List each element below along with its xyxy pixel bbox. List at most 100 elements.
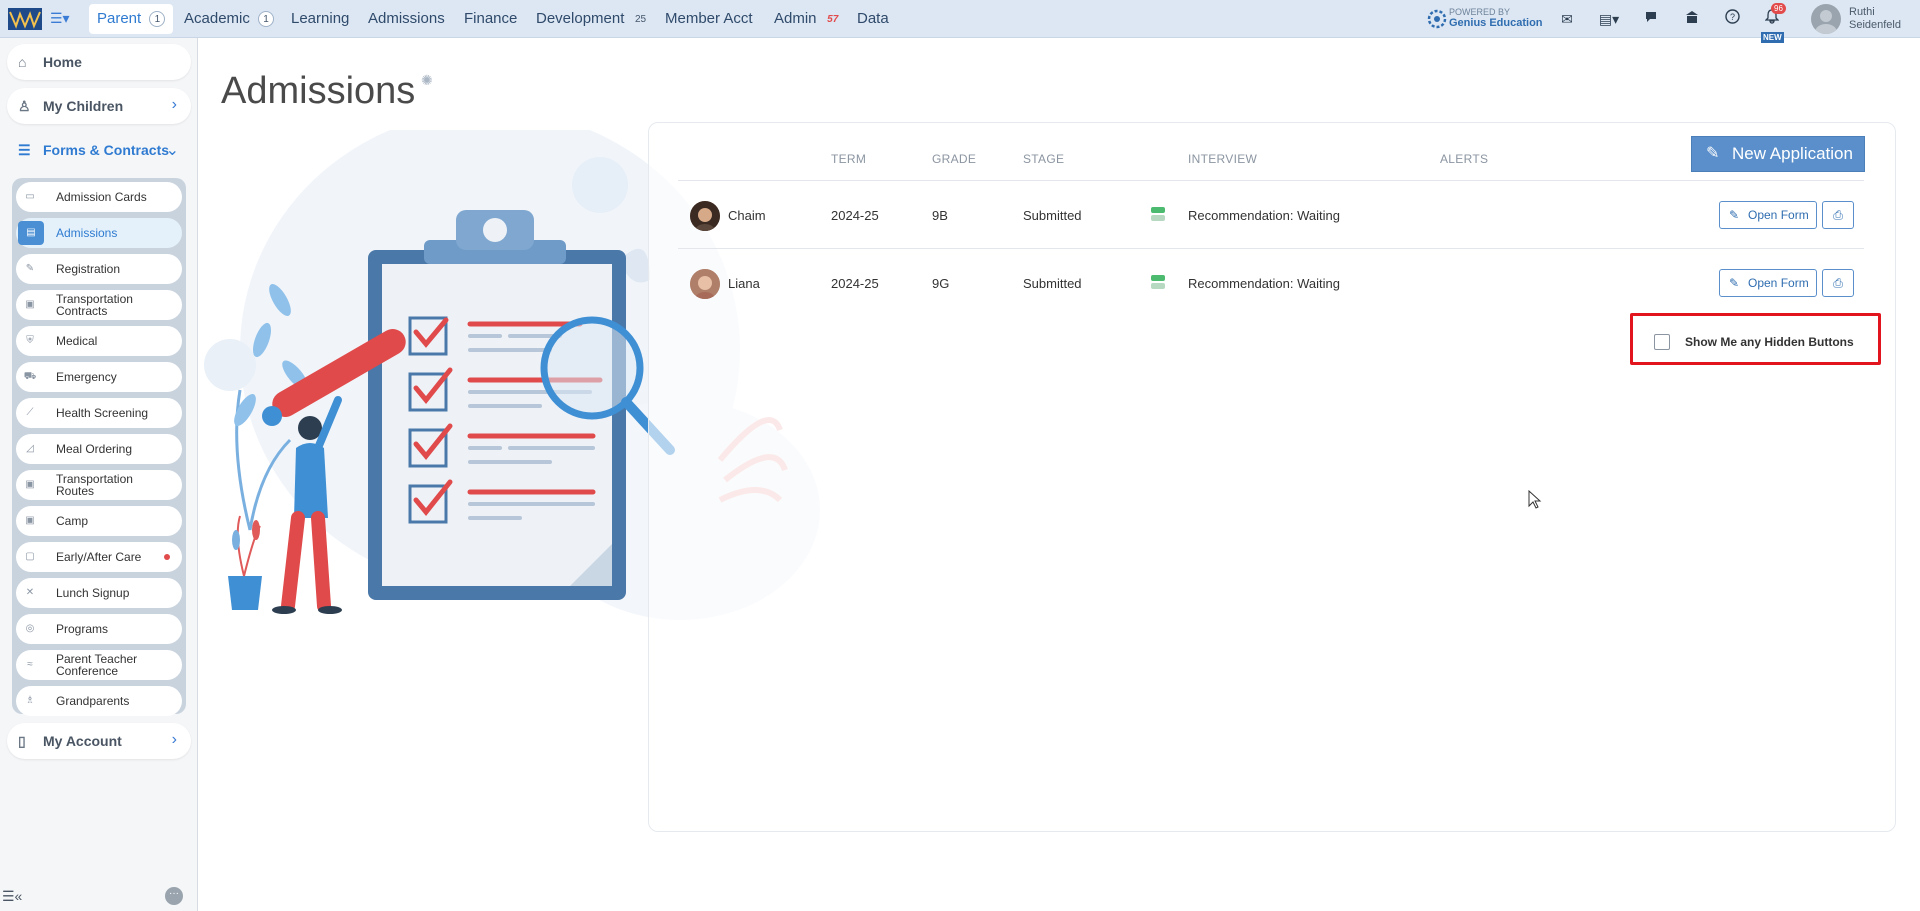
sidebar-item-grandparents[interactable]: ♗ Grandparents xyxy=(16,686,182,716)
menu-toggle-icon[interactable]: ☰▾ xyxy=(50,10,80,28)
student-name[interactable]: Liana xyxy=(728,276,760,291)
column-header-stage: STAGE xyxy=(1023,152,1065,166)
sidebar-item-label: Home xyxy=(43,54,82,70)
hidden-buttons-toggle[interactable]: Show Me any Hidden Buttons xyxy=(1630,313,1881,365)
sidebar-item-label: Early/After Care xyxy=(56,550,142,564)
nav-tab-parent[interactable]: Parent 1 xyxy=(89,4,174,34)
sidebar-item-my-children[interactable]: ♙ My Children › xyxy=(7,88,191,124)
table-row: Chaim 2024-25 9B Submitted Recommendatio… xyxy=(678,181,1864,247)
shield-icon: ⛨ xyxy=(26,335,34,346)
svg-text:?: ? xyxy=(1729,12,1734,22)
sidebar-item-label: Admissions xyxy=(56,226,118,240)
sidebar-item-programs[interactable]: ◎ Programs xyxy=(16,614,182,644)
new-application-button[interactable]: ✎ New Application xyxy=(1691,136,1865,172)
sidebar-item-label: Lunch Signup xyxy=(56,586,130,600)
sidebar-item-label: Forms & Contracts xyxy=(43,142,170,158)
open-form-label: Open Form xyxy=(1748,276,1809,290)
print-button[interactable]: ⎙ xyxy=(1822,201,1854,229)
nav-tab-development[interactable]: Development 25 xyxy=(528,4,657,34)
nav-tab-academic[interactable]: Academic 1 xyxy=(176,4,282,34)
bus-icon: ▣ xyxy=(25,479,35,490)
top-navigation-bar: ☰▾ Parent 1 Academic 1 Learning Admissio… xyxy=(0,0,1920,43)
sidebar-item-parent-teacher-conference[interactable]: ≈ Parent Teacher Conference xyxy=(16,650,182,680)
powered-by-brand: Genius Education xyxy=(1449,17,1543,29)
open-form-button[interactable]: ✎ Open Form xyxy=(1719,269,1817,297)
sidebar-item-transportation-contracts[interactable]: ▣ Transportation Contracts xyxy=(16,290,182,320)
ambulance-icon: ⛟ xyxy=(23,371,37,382)
user-name[interactable]: Ruthi Seidenfeld xyxy=(1849,6,1901,32)
sidebar-item-forms-contracts[interactable]: ☰ Forms & Contracts ⌄ xyxy=(7,132,191,168)
user-avatar[interactable] xyxy=(1811,4,1841,34)
sidebar-item-camp[interactable]: ▣ Camp xyxy=(16,506,182,536)
school-logo-icon[interactable] xyxy=(6,6,44,32)
users-icon: ◎ xyxy=(25,623,35,634)
page-title: Admissions xyxy=(221,70,416,112)
bus-icon: ▣ xyxy=(25,515,35,526)
school-icon[interactable] xyxy=(1681,9,1703,29)
print-icon: ⎙ xyxy=(1833,208,1843,222)
more-options-icon[interactable]: ··· xyxy=(165,887,183,905)
sidebar-item-transportation-routes[interactable]: ▣ Transportation Routes xyxy=(16,470,182,500)
sidebar-item-health-screening[interactable]: ⟋ Health Screening xyxy=(16,398,182,428)
sidebar-item-meal-ordering[interactable]: ◿ Meal Ordering xyxy=(16,434,182,464)
nav-tab-label: Development xyxy=(536,10,625,27)
sidebar-item-lunch-signup[interactable]: ✕ Lunch Signup xyxy=(16,578,182,608)
nav-tab-badge: 25 xyxy=(635,14,647,25)
nav-tab-label: Member Acct xyxy=(665,10,753,27)
sidebar-item-admission-cards[interactable]: ▭ Admission Cards xyxy=(16,182,182,212)
sidebar-item-my-account[interactable]: ▯ My Account › xyxy=(7,723,191,759)
nav-tab-admin[interactable]: Admin 57 xyxy=(766,4,849,34)
column-header-alerts: ALERTS xyxy=(1440,152,1489,166)
clipboard-icon: ▤ xyxy=(18,221,44,245)
nav-tab-learning[interactable]: Learning xyxy=(283,4,357,34)
stage-cell: Submitted xyxy=(1023,208,1082,223)
open-form-button[interactable]: ✎ Open Form xyxy=(1719,201,1817,229)
new-tag: NEW xyxy=(1761,32,1784,43)
user-last-name: Seidenfeld xyxy=(1849,19,1901,31)
grandparent-icon: ♗ xyxy=(25,695,35,706)
table-row: Liana 2024-25 9G Submitted Recommendatio… xyxy=(678,249,1864,315)
nav-tab-badge: 57 xyxy=(827,14,839,25)
genius-logo-icon xyxy=(1427,9,1447,29)
pencil-icon: ✎ xyxy=(1729,208,1740,222)
chevron-right-icon: › xyxy=(171,96,177,113)
collapse-sidebar-icon[interactable]: ☰« xyxy=(2,888,22,905)
open-form-label: Open Form xyxy=(1748,208,1809,222)
print-icon: ⎙ xyxy=(1833,276,1843,290)
sidebar-item-label: Meal Ordering xyxy=(56,442,133,456)
sidebar-footer: ☰« ··· xyxy=(0,883,198,911)
gear-icon[interactable]: ✺ xyxy=(421,72,433,89)
nav-tab-member-acct[interactable]: Member Acct xyxy=(657,4,761,34)
student-name[interactable]: Chaim xyxy=(728,208,766,223)
chat-icon[interactable] xyxy=(1640,9,1662,29)
stage-cell: Submitted xyxy=(1023,276,1082,291)
sidebar-item-registration[interactable]: ✎ Registration xyxy=(16,254,182,284)
nav-tab-data[interactable]: Data xyxy=(849,4,897,34)
sidebar-item-early-after-care[interactable]: ▢ Early/After Care xyxy=(16,542,182,572)
nav-tab-finance[interactable]: Finance xyxy=(456,4,525,34)
column-header-grade: GRADE xyxy=(932,152,977,166)
column-header-term: TERM xyxy=(831,152,867,166)
nav-tab-admissions[interactable]: Admissions xyxy=(360,4,453,34)
sidebar-item-label: My Account xyxy=(43,733,122,749)
nav-tab-label: Admin xyxy=(774,10,817,27)
print-button[interactable]: ⎙ xyxy=(1822,269,1854,297)
stage-progress-icon xyxy=(1151,207,1165,223)
nav-tab-label: Academic xyxy=(184,10,250,27)
user-first-name: Ruthi xyxy=(1849,6,1875,18)
sidebar-item-admissions[interactable]: ▤ Admissions xyxy=(16,218,182,248)
mail-icon[interactable]: ✉ xyxy=(1556,9,1578,29)
pencil-icon: ✎ xyxy=(1729,276,1740,290)
sidebar-item-label: Registration xyxy=(56,262,121,276)
clipboard-icon[interactable]: ▤▾ xyxy=(1594,9,1624,29)
sidebar-item-home[interactable]: ⌂ Home xyxy=(7,44,191,80)
interview-cell: Recommendation: Waiting xyxy=(1188,208,1340,223)
term-cell: 2024-25 xyxy=(831,208,879,223)
sidebar-item-medical[interactable]: ⛨ Medical xyxy=(16,326,182,356)
sidebar-item-emergency[interactable]: ⛟ Emergency xyxy=(16,362,182,392)
chevron-down-icon: ⌄ xyxy=(165,142,179,159)
hidden-buttons-checkbox[interactable] xyxy=(1654,334,1670,350)
help-icon[interactable]: ? xyxy=(1721,9,1743,29)
sidebar-item-label: Grandparents xyxy=(56,694,130,708)
utensils-icon: ✕ xyxy=(25,587,35,598)
